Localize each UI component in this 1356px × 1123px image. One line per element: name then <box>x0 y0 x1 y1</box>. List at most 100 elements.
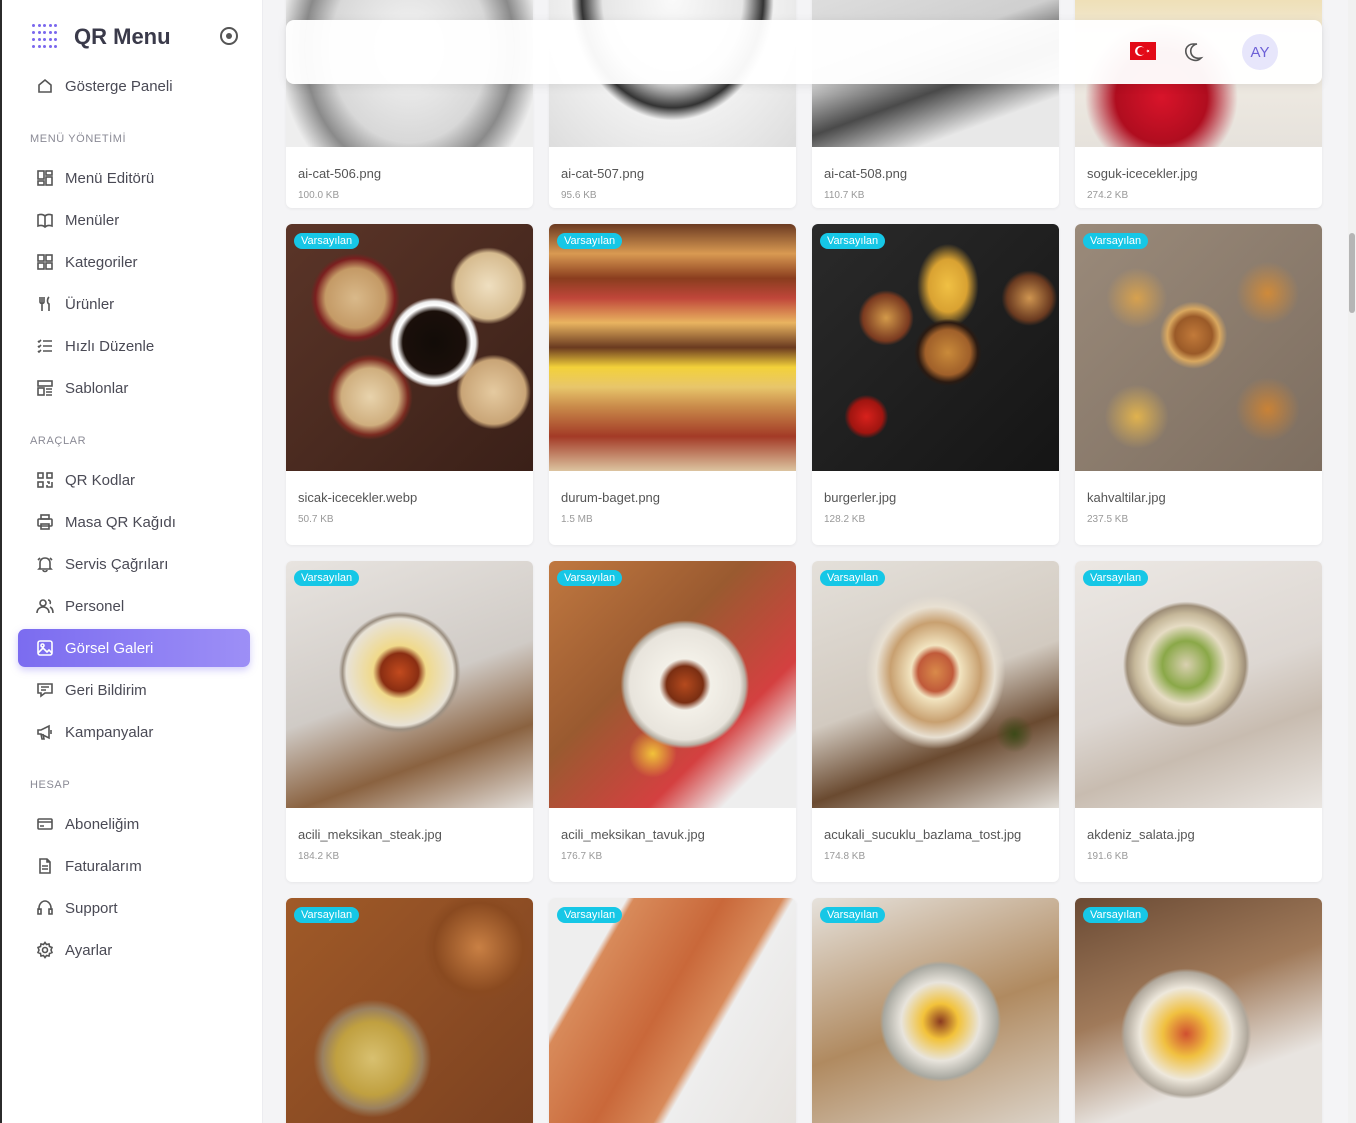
default-badge: Varsayılan <box>557 907 623 923</box>
scrollbar-thumb[interactable] <box>1349 233 1355 313</box>
sidebar-item-service-calls[interactable]: Servis Çağrıları <box>18 545 250 583</box>
gallery-card[interactable]: Varsayılan durum-baget.png 1.5 MB <box>549 224 796 545</box>
logo-icon <box>32 24 58 50</box>
sidebar-item-image-gallery[interactable]: Görsel Galeri <box>18 629 250 667</box>
file-size: 274.2 KB <box>1087 190 1129 201</box>
sidebar-item-label: Ayarlar <box>65 941 113 959</box>
gallery-thumbnail: Varsayılan <box>549 898 796 1123</box>
sidebar-item-label: Faturalarım <box>65 857 142 875</box>
sidebar-item-label: Geri Bildirim <box>65 681 147 699</box>
turkey-flag-icon[interactable] <box>1130 42 1156 60</box>
sidebar-item-label: QR Kodlar <box>65 471 136 489</box>
sidebar-item-categories[interactable]: Kategoriler <box>18 243 250 281</box>
sidebar-item-quick-edit[interactable]: Hızlı Düzenle <box>18 327 250 365</box>
default-badge: Varsayılan <box>820 570 886 586</box>
default-badge: Varsayılan <box>820 907 886 923</box>
file-size: 176.7 KB <box>561 851 603 862</box>
invoice-icon <box>36 857 54 875</box>
grid-icon <box>36 169 54 187</box>
sidebar-item-label: Menüler <box>65 211 120 229</box>
sidebar-item-products[interactable]: Ürünler <box>18 285 250 323</box>
template-icon <box>36 379 54 397</box>
gallery-card[interactable]: Varsayılan <box>1075 898 1322 1123</box>
gallery-card[interactable]: Varsayılan <box>549 898 796 1123</box>
sidebar-item-label: Görsel Galeri <box>65 639 154 657</box>
gallery-card[interactable]: Varsayılan sicak-icecekler.webp 50.7 KB <box>286 224 533 545</box>
file-size: 237.5 KB <box>1087 514 1129 525</box>
default-badge: Varsayılan <box>1083 570 1149 586</box>
sidebar-item-dashboard[interactable]: Gösterge Paneli <box>18 67 250 105</box>
default-badge: Varsayılan <box>820 233 886 249</box>
avatar[interactable]: AY <box>1242 34 1278 70</box>
sidebar-item-feedback[interactable]: Geri Bildirim <box>18 671 250 709</box>
gear-icon <box>36 941 54 959</box>
gallery-thumbnail: Varsayılan <box>286 561 533 808</box>
sidebar-item-staff[interactable]: Personel <box>18 587 250 625</box>
feedback-icon <box>36 681 54 699</box>
default-badge: Varsayılan <box>557 233 623 249</box>
section-account: HESAP <box>30 779 71 791</box>
gallery-thumbnail: Varsayılan <box>286 224 533 471</box>
sidebar-item-label: Masa QR Kağıdı <box>65 513 176 531</box>
gallery-card[interactable]: Varsayılan acukali_sucuklu_bazlama_tost.… <box>812 561 1059 882</box>
sidebar-item-label: Sablonlar <box>65 379 129 397</box>
moon-icon[interactable] <box>1182 40 1206 64</box>
gallery-card[interactable]: Varsayılan akdeniz_salata.jpg 191.6 KB <box>1075 561 1322 882</box>
top-bar: AY <box>286 20 1322 84</box>
sidebar-item-table-qr-paper[interactable]: Masa QR Kağıdı <box>18 503 250 541</box>
file-name: burgerler.jpg <box>824 490 897 505</box>
list-check-icon <box>36 337 54 355</box>
section-menu-management: MENÜ YÖNETİMİ <box>30 133 127 145</box>
gallery-card[interactable]: Varsayılan <box>286 898 533 1123</box>
pin-sidebar-icon[interactable] <box>220 27 238 45</box>
sidebar-item-qr-codes[interactable]: QR Kodlar <box>18 461 250 499</box>
gallery-card[interactable]: Varsayılan acili_meksikan_steak.jpg 184.… <box>286 561 533 882</box>
file-name: ai-cat-507.png <box>561 166 645 181</box>
gallery-thumbnail: Varsayılan <box>812 224 1059 471</box>
sidebar-item-menu-editor[interactable]: Menü Editörü <box>18 159 250 197</box>
sidebar-item-label: Gösterge Paneli <box>65 77 173 95</box>
gallery-thumbnail: Varsayılan <box>549 561 796 808</box>
bell-icon <box>36 555 54 573</box>
sidebar-item-templates[interactable]: Sablonlar <box>18 369 250 407</box>
gallery-card[interactable]: Varsayılan kahvaltilar.jpg 237.5 KB <box>1075 224 1322 545</box>
default-badge: Varsayılan <box>294 570 360 586</box>
sidebar-item-campaigns[interactable]: Kampanyalar <box>18 713 250 751</box>
sidebar-item-subscription[interactable]: Aboneliğim <box>18 805 250 843</box>
file-name: kahvaltilar.jpg <box>1087 490 1166 505</box>
app-title: QR Menu <box>74 24 171 49</box>
gallery-thumbnail: Varsayılan <box>1075 561 1322 808</box>
gallery-thumbnail: Varsayılan <box>1075 898 1322 1123</box>
megaphone-icon <box>36 723 54 741</box>
sidebar-item-label: Ürünler <box>65 295 115 313</box>
file-name: acili_meksikan_steak.jpg <box>298 827 442 842</box>
headset-icon <box>36 899 54 917</box>
sidebar-item-settings[interactable]: Ayarlar <box>18 931 250 969</box>
gallery-thumbnail: Varsayılan <box>812 898 1059 1123</box>
file-size: 50.7 KB <box>298 514 334 525</box>
default-badge: Varsayılan <box>294 233 360 249</box>
file-size: 110.7 KB <box>824 190 865 201</box>
page-scrollbar[interactable] <box>1348 0 1356 1123</box>
squares-icon <box>36 253 54 271</box>
sidebar-item-support[interactable]: Support <box>18 889 250 927</box>
file-name: acukali_sucuklu_bazlama_tost.jpg <box>824 827 1022 842</box>
sidebar-item-label: Hızlı Düzenle <box>65 337 155 355</box>
file-name: ai-cat-508.png <box>824 166 908 181</box>
file-size: 174.8 KB <box>824 851 866 862</box>
sidebar-item-menus[interactable]: Menüler <box>18 201 250 239</box>
file-name: soguk-icecekler.jpg <box>1087 166 1198 181</box>
default-badge: Varsayılan <box>557 570 623 586</box>
file-size: 1.5 MB <box>561 514 593 525</box>
gallery-card[interactable]: Varsayılan <box>812 898 1059 1123</box>
default-badge: Varsayılan <box>1083 907 1149 923</box>
default-badge: Varsayılan <box>1083 233 1149 249</box>
sidebar-item-label: Aboneliğim <box>65 815 140 833</box>
image-icon <box>36 639 54 657</box>
gallery-card[interactable]: Varsayılan acili_meksikan_tavuk.jpg 176.… <box>549 561 796 882</box>
gallery-thumbnail: Varsayılan <box>812 561 1059 808</box>
gallery-thumbnail: Varsayılan <box>549 224 796 471</box>
file-name: sicak-icecekler.webp <box>298 490 418 505</box>
gallery-card[interactable]: Varsayılan burgerler.jpg 128.2 KB <box>812 224 1059 545</box>
sidebar-item-invoices[interactable]: Faturalarım <box>18 847 250 885</box>
